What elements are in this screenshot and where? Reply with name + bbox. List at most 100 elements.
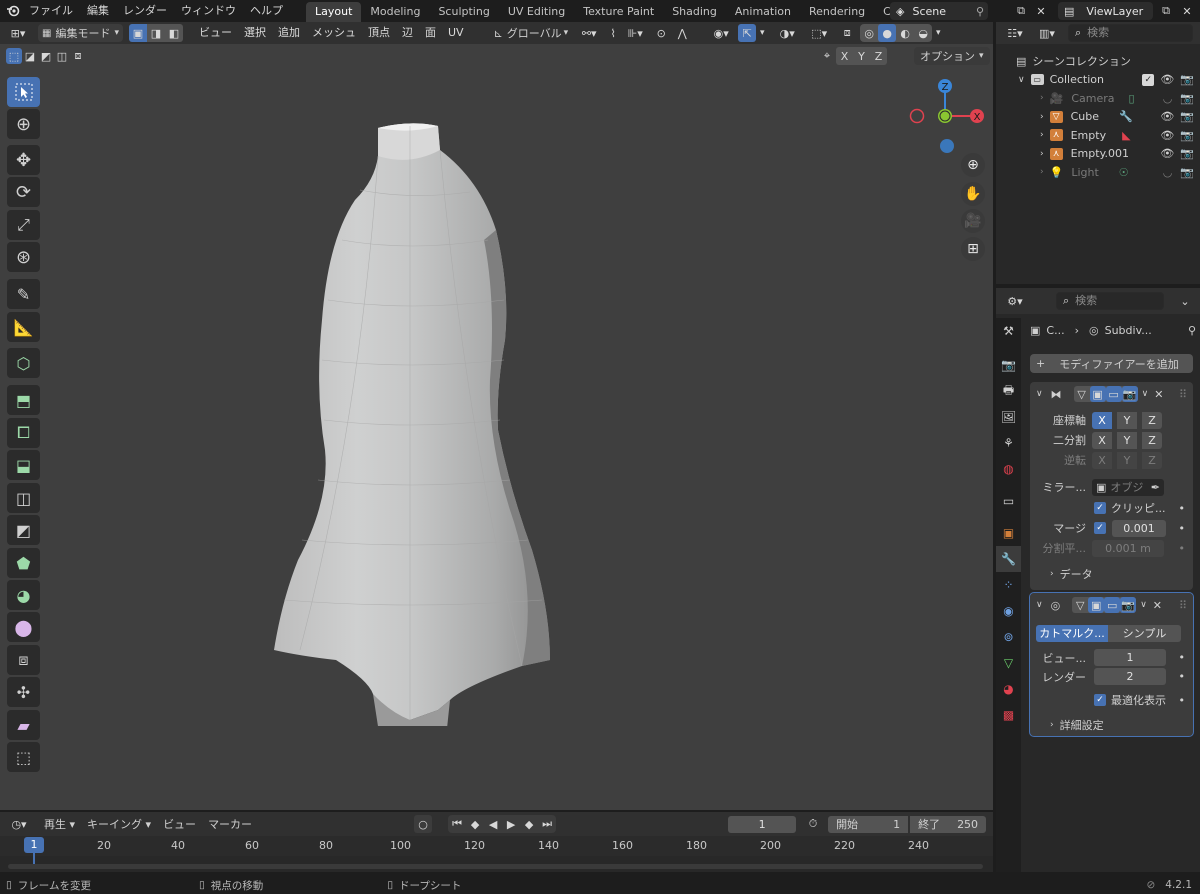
tab-texture-paint[interactable]: Texture Paint <box>574 2 663 22</box>
xray-icon[interactable]: ⧈ <box>838 24 856 42</box>
edge-select-icon[interactable]: ◨ <box>146 24 165 42</box>
tool-transform[interactable]: ⊛ <box>7 242 40 272</box>
merge-checkbox[interactable]: ✓ <box>1094 522 1106 534</box>
collection-tab-icon[interactable]: ▭ <box>996 488 1021 514</box>
properties-search[interactable]: ⌕ 検索 <box>1056 292 1164 310</box>
select-intersect-icon[interactable]: ⧈ <box>70 48 86 64</box>
add-modifier-button[interactable]: + モディファイアーを追加 <box>1030 354 1193 373</box>
menu-edge[interactable]: 辺 <box>396 22 419 44</box>
mirror-x-toggle[interactable]: X <box>836 47 853 65</box>
camera-render-icon[interactable]: 📷 <box>1180 147 1194 160</box>
modifier-tab-icon[interactable]: 🔧 <box>996 546 1021 572</box>
keyframe-dot-icon[interactable]: • <box>1179 670 1186 683</box>
eye-closed-icon[interactable]: ◡ <box>1163 166 1173 179</box>
optimal-display-checkbox[interactable]: ✓ <box>1094 694 1106 706</box>
editor-type-icon[interactable]: ◷▾ <box>6 815 32 833</box>
delete-view-layer-icon[interactable]: ✕ <box>1178 2 1196 20</box>
pin-icon[interactable]: ⚲ <box>976 5 984 18</box>
keyframe-dot-icon[interactable]: • <box>1179 502 1186 515</box>
tool-measure[interactable]: 📐 <box>7 312 40 342</box>
bisect-x-toggle[interactable]: X <box>1092 431 1112 449</box>
display-mode-icon[interactable]: ▥▾ <box>1034 24 1060 42</box>
chevron-down-icon[interactable]: ∨ <box>1036 600 1043 610</box>
select-extend-icon[interactable]: ◪ <box>22 48 38 64</box>
flip-y-toggle[interactable]: Y <box>1117 451 1137 469</box>
tool-edge-slide[interactable]: ⧈ <box>7 645 40 675</box>
render-tab-icon[interactable]: 📷 <box>996 352 1021 378</box>
pin-icon[interactable]: ⚲ <box>1188 324 1196 337</box>
play-icon[interactable]: ▶ <box>502 815 520 833</box>
drag-handle-icon[interactable]: ⠿ <box>1179 388 1187 401</box>
menu-edit[interactable]: 編集 <box>80 0 116 22</box>
breadcrumb-modifier[interactable]: Subdiv... <box>1105 324 1152 337</box>
bisect-distance-field[interactable]: 0.001 m <box>1092 539 1164 557</box>
tab-uv-editing[interactable]: UV Editing <box>499 2 574 22</box>
world-tab-icon[interactable]: ◍ <box>996 456 1021 482</box>
clipping-checkbox[interactable]: ✓ <box>1094 502 1106 514</box>
data-tab-icon[interactable]: ▽ <box>996 650 1021 676</box>
tab-layout[interactable]: Layout <box>306 1 362 22</box>
axis-x-toggle[interactable]: X <box>1092 411 1112 429</box>
mirror-y-toggle[interactable]: Y <box>853 47 870 65</box>
data-subpanel-header[interactable]: › データ <box>1030 564 1193 584</box>
tool-cursor[interactable]: ⊕ <box>7 109 40 139</box>
mode-selector[interactable]: ▦ 編集モード ▾ <box>38 24 123 42</box>
mirror-z-toggle[interactable]: Z <box>870 47 887 65</box>
render-toggle-icon[interactable]: 📷 <box>1121 386 1138 402</box>
eye-icon[interactable]: 👁 <box>1160 110 1174 123</box>
tool-inset[interactable]: ⧠ <box>7 418 40 448</box>
tool-scale[interactable]: ⤢ <box>7 210 40 240</box>
wireframe-shading-icon[interactable]: ◎ <box>860 24 878 42</box>
menu-window[interactable]: ウィンドウ <box>174 0 243 22</box>
scene-collection-row[interactable]: ▤ シーンコレクション <box>996 52 1200 71</box>
overlay-icon[interactable]: ◑▾ <box>774 24 800 42</box>
tool-select-box[interactable] <box>7 77 40 107</box>
camera-render-icon[interactable]: 📷 <box>1180 166 1194 179</box>
camera-view-icon[interactable]: 🎥 <box>961 209 985 233</box>
menu-view[interactable]: ビュー <box>193 22 238 44</box>
menu-vertex[interactable]: 頂点 <box>362 22 396 44</box>
mirror-object-field[interactable]: ▣ オブジ ✒ <box>1092 478 1164 496</box>
timeline-scrollbar[interactable] <box>8 864 983 869</box>
chevron-down-icon[interactable]: ∨ <box>1142 389 1149 399</box>
pivot-point-icon[interactable]: ⚯▾ <box>576 24 602 42</box>
tool-settings-tab-icon[interactable]: ⚒ <box>996 318 1021 344</box>
close-icon[interactable]: ✕ <box>1153 599 1162 612</box>
orientation-selector[interactable]: ⊾ グローバル ▾ <box>494 25 569 41</box>
outliner-item-camera[interactable]: › 🎥 Camera ▯ ◡ 📷 <box>996 89 1200 108</box>
mesh-object[interactable] <box>260 120 560 726</box>
zoom-icon[interactable]: ⊕ <box>961 153 985 177</box>
playhead[interactable]: 1 <box>24 837 44 853</box>
snap-target-icon[interactable]: ⊪▾ <box>622 24 648 42</box>
stopwatch-icon[interactable]: ⏱ <box>804 815 822 833</box>
chevron-down-icon[interactable]: ▾ <box>932 24 944 42</box>
bisect-z-toggle[interactable]: Z <box>1142 431 1162 449</box>
tool-rip[interactable]: ⬚ <box>7 742 40 772</box>
constraints-tab-icon[interactable]: ⊚ <box>996 624 1021 650</box>
jump-end-icon[interactable]: ⏭ <box>538 815 556 833</box>
outliner-item-empty-001[interactable]: › ⋏ Empty.001 👁 📷 <box>996 145 1200 164</box>
editmode-toggle-icon[interactable]: ▣ <box>1089 386 1106 402</box>
tab-modeling[interactable]: Modeling <box>361 2 429 22</box>
close-icon[interactable]: ✕ <box>1154 388 1163 401</box>
axis-z-toggle[interactable]: Z <box>1142 411 1162 429</box>
new-view-layer-icon[interactable]: ⧉ <box>1157 2 1175 20</box>
tool-poly-build[interactable]: ⬟ <box>7 548 40 578</box>
visibility-icon[interactable]: ◉▾ <box>708 24 734 42</box>
outliner-item-light[interactable]: › 💡 Light ☉ ◡ 📷 <box>996 163 1200 182</box>
collection-row[interactable]: ∨ ▭ Collection ✓ 👁 📷 <box>996 71 1200 90</box>
viewport-toggle-icon[interactable]: ▭ <box>1104 597 1121 613</box>
simple-button[interactable]: シンプル <box>1108 624 1181 642</box>
options-dropdown[interactable]: オプション ▾ <box>914 47 990 65</box>
tool-smooth[interactable]: ⬤ <box>7 612 40 642</box>
blender-logo-icon[interactable] <box>4 2 22 20</box>
material-tab-icon[interactable]: ◕ <box>996 676 1021 702</box>
3d-viewport[interactable]: ⬚ ◪ ◩ ◫ ⧈ ⌖ X Y Z オプション ▾ ⊕ ✥ ⟳ ⤢ ⊛ ✎ 📐 … <box>0 44 993 810</box>
prev-keyframe-icon[interactable]: ◆ <box>466 815 484 833</box>
menu-add[interactable]: 追加 <box>272 22 306 44</box>
chevron-down-icon[interactable]: ▾ <box>756 24 768 42</box>
jump-start-icon[interactable]: ⏮ <box>448 815 466 833</box>
axis-y-toggle[interactable]: Y <box>1117 411 1137 429</box>
end-frame-field[interactable]: 終了 250 <box>910 815 987 833</box>
start-frame-field[interactable]: 開始 1 <box>828 815 909 833</box>
